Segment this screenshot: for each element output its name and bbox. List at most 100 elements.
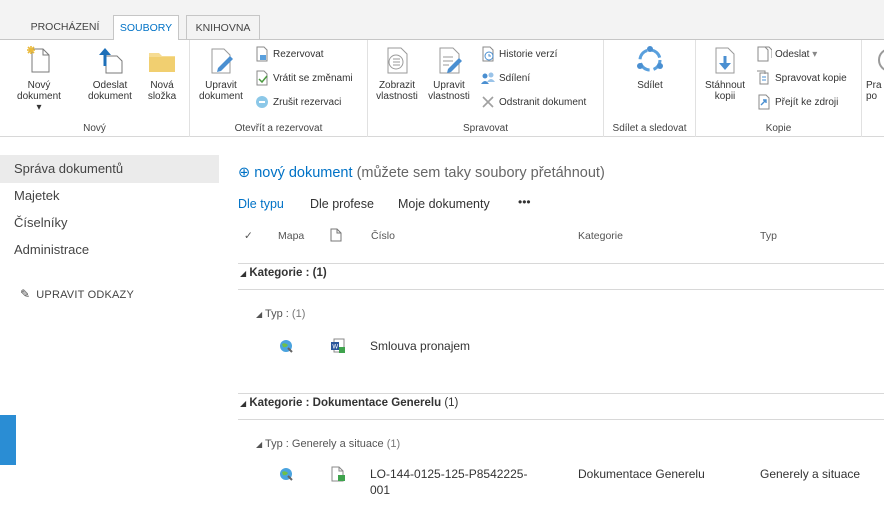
side-accent-strip (0, 415, 16, 465)
cut-off-icon (878, 49, 884, 71)
word-document-icon[interactable]: W (330, 338, 346, 354)
collapse-triangle-icon[interactable]: ◢ (256, 440, 262, 449)
document-name-cell[interactable]: Smlouva pronajem (370, 338, 470, 354)
share-label: Sdílet (637, 80, 663, 91)
document-number-line-1: LO-144-0125-125-P8542225- (370, 467, 528, 481)
edit-document-icon (211, 48, 233, 74)
tab-knihovna[interactable]: KNIHOVNA (186, 15, 260, 40)
group-separator (238, 393, 884, 394)
checkin-button[interactable]: Vrátit se změnami (254, 70, 353, 88)
collapse-triangle-icon[interactable]: ◢ (240, 269, 246, 278)
checkout-icon (256, 46, 268, 62)
tab-soubory[interactable]: SOUBORY (113, 15, 179, 41)
dropdown-arrow-icon: ▾ (809, 49, 818, 60)
checkout-button[interactable]: Rezervovat (254, 46, 324, 64)
upload-document-button[interactable]: Odeslat dokument (84, 44, 136, 102)
group-header-kategorie[interactable]: ◢ Kategorie : (1) (240, 267, 327, 279)
view-properties-icon (387, 47, 408, 74)
group-label-sdilet: Sdílet a sledovat (612, 123, 687, 134)
edit-properties-button[interactable]: Upravit vlastnosti (424, 44, 474, 102)
collapse-triangle-icon[interactable]: ◢ (256, 310, 262, 319)
view-dle-profese[interactable]: Dle profese (310, 197, 374, 211)
edit-document-label-2: dokument (199, 91, 243, 102)
tab-prochazeni[interactable]: PROCHÁZENÍ (22, 15, 108, 40)
download-copy-label-2: kopii (714, 91, 736, 102)
edit-document-button[interactable]: Upravit dokument (195, 44, 247, 102)
svg-text:W: W (332, 344, 338, 351)
nav-item-ciselniky[interactable]: Číselníky (14, 209, 67, 237)
column-header-cislo[interactable]: Číslo (371, 230, 395, 242)
ribbon-tab-bar: PROCHÁZENÍ SOUBORY KNIHOVNA (0, 0, 884, 41)
nav-item-administrace[interactable]: Administrace (14, 236, 89, 264)
new-document-link[interactable]: nový dokument (254, 165, 352, 181)
group-sdilet: Sdílet Sdílet a sledovat (604, 40, 696, 137)
view-moje-dokumenty[interactable]: Moje dokumenty (398, 197, 490, 211)
group-novy: Nový dokument ▾ Odeslat dokument Nová sl… (0, 40, 190, 137)
upload-label-1: Odeslat (92, 80, 128, 91)
view-properties-button[interactable]: Zobrazit vlastnosti (372, 44, 422, 102)
group-separator (238, 289, 884, 290)
subgroup-header-count: (1) (291, 308, 306, 320)
add-circle-icon[interactable]: ⊕ (238, 165, 250, 181)
version-history-label: Historie verzí (499, 49, 558, 60)
more-views-icon[interactable]: ••• (518, 195, 531, 209)
group-spravovat: Zobrazit vlastnosti Upravit vlastnosti H… (368, 40, 604, 137)
delete-x-icon (482, 96, 494, 108)
discard-checkout-button[interactable]: Zrušit rezervaci (254, 94, 341, 112)
nav-item-sprava-dokumentu[interactable]: Správa dokumentů (14, 155, 123, 183)
share-button[interactable]: Sdílet (624, 44, 676, 91)
subgroup-header-value: Generely a situace (291, 438, 384, 450)
collapse-triangle-icon[interactable]: ◢ (240, 399, 246, 408)
column-header-mapa[interactable]: Mapa (278, 230, 304, 242)
download-icon (715, 47, 735, 74)
new-document-bar: ⊕ nový dokument (můžete sem taky soubory… (238, 165, 605, 181)
generic-document-icon[interactable] (330, 466, 346, 482)
new-document-button[interactable]: Nový dokument ▾ (14, 44, 64, 113)
new-folder-label-2: složka (147, 91, 177, 102)
subgroup-header-prefix: Typ : (265, 308, 289, 320)
delete-document-label: Odstranit dokument (499, 97, 587, 108)
download-copy-label-1: Stáhnout (704, 80, 746, 91)
group-header-prefix: Kategorie : (249, 397, 310, 409)
go-to-source-button[interactable]: Přejít ke zdroji (756, 94, 838, 112)
group-separator (238, 419, 884, 420)
ribbon: Nový dokument ▾ Odeslat dokument Nová sl… (0, 40, 884, 137)
delete-document-button[interactable]: Odstranit dokument (480, 94, 586, 112)
group-otevrit: Upravit dokument Rezervovat Vrátit se zm… (190, 40, 368, 137)
nav-item-majetek[interactable]: Majetek (14, 182, 60, 210)
version-history-button[interactable]: Historie verzí (480, 46, 557, 64)
edit-document-label-1: Upravit (205, 80, 237, 91)
dropdown-arrow-icon: ▾ (36, 102, 42, 113)
column-header-kategorie[interactable]: Kategorie (578, 230, 623, 242)
new-document-label-2: dokument (17, 91, 61, 102)
map-globe-icon[interactable] (278, 338, 294, 354)
discard-checkout-label: Zrušit rezervaci (273, 97, 342, 108)
group-label-kopie: Kopie (765, 123, 792, 134)
sharing-button[interactable]: Sdílení (480, 70, 530, 88)
group-header-kategorie[interactable]: ◢ Kategorie : Dokumentace Generelu (1) (240, 397, 458, 409)
send-to-label: Odeslat (775, 49, 810, 60)
share-icon (637, 46, 663, 72)
cut-off-label-2: po (866, 91, 878, 102)
manage-copies-label: Spravovat kopie (775, 73, 847, 84)
document-type-cell: Generely a situace (760, 467, 861, 481)
manage-copies-button[interactable]: Spravovat kopie (756, 70, 847, 88)
subgroup-header-typ[interactable]: ◢ Typ : (1) (256, 308, 305, 320)
group-separator (238, 263, 884, 264)
new-folder-button[interactable]: Nová složka (140, 44, 184, 102)
cut-off-ribbon-button[interactable]: Pra po (866, 44, 884, 102)
select-all-checkmark-icon[interactable]: ✓ (244, 230, 253, 242)
document-number-cell[interactable]: LO-144-0125-125-P8542225- 001 (370, 466, 527, 498)
map-globe-icon[interactable] (278, 466, 294, 482)
subgroup-header-typ[interactable]: ◢ Typ : Generely a situace (1) (256, 438, 400, 450)
new-document-icon (27, 46, 50, 73)
subgroup-header-count: (1) (386, 438, 401, 450)
view-dle-typu[interactable]: Dle typu (238, 197, 284, 211)
column-header-typ[interactable]: Typ (760, 230, 777, 242)
manage-copies-icon (757, 70, 769, 85)
send-to-button[interactable]: Odeslat ▾ (756, 46, 817, 64)
download-copy-button[interactable]: Stáhnout kopii (700, 44, 750, 102)
edit-links-button[interactable]: ✎ UPRAVIT ODKAZY (20, 287, 134, 301)
folder-icon (149, 53, 175, 72)
file-type-header-icon[interactable] (330, 228, 342, 242)
